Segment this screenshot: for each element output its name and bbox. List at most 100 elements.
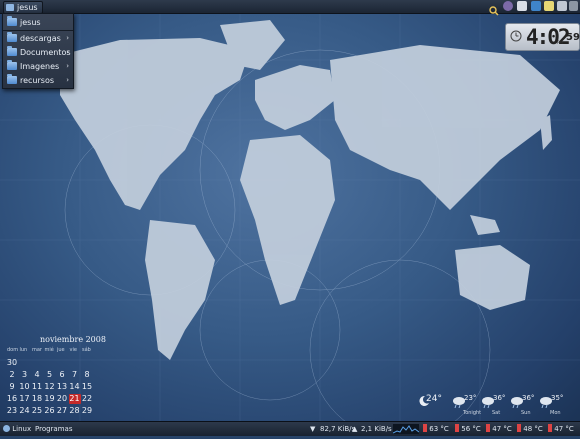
search-icon[interactable]	[489, 1, 499, 16]
home-button-label: jesus	[17, 3, 38, 12]
calendar-weekday: jue	[57, 347, 65, 353]
weather-widget: 24° 23° Tonight 36° Sat 36° Sun 35° Mon	[419, 388, 580, 418]
calendar-day[interactable]: 6	[56, 370, 68, 380]
calendar-weekday: lun	[19, 347, 28, 353]
calendar-day[interactable]: 13	[56, 382, 68, 392]
update-icon[interactable]	[531, 1, 541, 11]
linux-menu-button[interactable]: Linux	[3, 422, 31, 436]
chevron-right-icon: ›	[66, 62, 69, 70]
chevron-right-icon: ›	[66, 48, 69, 56]
forecast-day-label: Sun	[521, 410, 531, 416]
volume-icon[interactable]	[557, 1, 567, 11]
programs-menu-button[interactable]: Programas	[35, 422, 72, 436]
menu-item-label: jesus	[20, 17, 41, 27]
calendar-day[interactable]: 14	[69, 382, 81, 392]
calendar-day[interactable]: 23	[6, 406, 18, 416]
chevron-right-icon: ›	[66, 76, 69, 84]
calendar-day[interactable]: 19	[44, 394, 56, 404]
menu-item-descargas[interactable]: descargas ›	[3, 31, 73, 45]
folder-icon	[7, 74, 17, 84]
calendar-day[interactable]: 10	[19, 382, 31, 392]
linux-menu-label: Linux	[12, 425, 32, 433]
calendar-day[interactable]: 4	[31, 370, 43, 380]
forecast-day: 36° Sat	[482, 388, 513, 418]
menu-item-jesus[interactable]: jesus	[3, 15, 73, 29]
calendar-day[interactable]: 2	[6, 370, 18, 380]
calendar-day[interactable]: 12	[44, 382, 56, 392]
calendar-weekday: mar	[32, 347, 42, 353]
calendar-weekday: dom	[7, 347, 19, 353]
clock-icon	[510, 30, 522, 42]
calendar-day[interactable]: 26	[44, 406, 56, 416]
net-up-icon: ▲	[352, 425, 358, 433]
calendar-day[interactable]: 20	[56, 394, 68, 404]
thermometer-icon	[517, 424, 521, 432]
temp-sensor: 47 °C	[548, 422, 574, 436]
menu-item-label: recursos	[20, 75, 55, 85]
calendar-day[interactable]: 22	[81, 394, 93, 404]
distro-logo-icon	[3, 425, 10, 432]
top-panel: jesus	[0, 0, 580, 16]
places-menu: jesus descargas › Documentos › Imagenes …	[2, 13, 74, 89]
calendar-day[interactable]: 24	[19, 406, 31, 416]
thermometer-icon	[455, 424, 459, 432]
menu-item-recursos[interactable]: recursos ›	[3, 73, 73, 87]
bottom-panel: Linux Programas ▼ 82,7 KiB/s ▲ 2,1 KiB/s…	[0, 421, 580, 436]
temp-sensor: 63 °C	[423, 422, 449, 436]
folder-icon	[7, 32, 17, 42]
temp-sensor: 56 °C	[455, 422, 481, 436]
clock-seconds: 59	[566, 32, 580, 43]
current-temp: 24°	[426, 394, 442, 404]
calendar-title: noviembre 2008	[40, 335, 106, 344]
weather-current: 24°	[419, 388, 448, 418]
calendar-day[interactable]: 28	[69, 406, 81, 416]
menu-item-documentos[interactable]: Documentos ›	[3, 45, 73, 59]
clock-time: 4:02	[526, 25, 571, 49]
menu-item-imagenes[interactable]: Imagenes ›	[3, 59, 73, 73]
calendar-day[interactable]: 15	[81, 382, 93, 392]
temp-sensor: 48 °C	[517, 422, 543, 436]
calendar-day[interactable]: 7	[69, 370, 81, 380]
clock-ampm: PM	[557, 40, 563, 45]
thermometer-icon	[423, 424, 427, 432]
menu-item-label: Documentos	[20, 47, 71, 57]
calendar-day[interactable]: 8	[81, 370, 93, 380]
net-up-rate: 2,1 KiB/s	[361, 425, 392, 433]
forecast-temp: 35°	[551, 394, 564, 402]
temp-sensor: 47 °C	[486, 422, 512, 436]
notes-icon[interactable]	[544, 1, 554, 11]
calendar-day[interactable]: 17	[19, 394, 31, 404]
clock-widget[interactable]: 4:02 PM 59	[505, 23, 580, 51]
forecast-temp: 36°	[493, 394, 506, 402]
forecast-temp: 36°	[522, 394, 535, 402]
network-icon[interactable]	[517, 1, 527, 11]
net-down-rate: 82,7 KiB/s	[320, 425, 356, 433]
calendar-weekday: sáb	[82, 347, 91, 353]
calendar-day[interactable]: 11	[31, 382, 43, 392]
folder-icon	[7, 16, 17, 26]
folder-icon	[7, 60, 17, 70]
thermometer-icon	[548, 424, 552, 432]
settings-icon[interactable]	[503, 1, 513, 11]
forecast-day-label: Mon	[550, 410, 561, 416]
power-icon[interactable]	[569, 1, 578, 11]
calendar-day[interactable]: 29	[81, 406, 93, 416]
forecast-day: 23° Tonight	[453, 388, 484, 418]
net-down-icon: ▼	[310, 425, 316, 433]
forecast-day-label: Sat	[492, 410, 501, 416]
calendar-day[interactable]: 27	[56, 406, 68, 416]
calendar-day[interactable]: 25	[31, 406, 43, 416]
forecast-day-label: Tonight	[463, 410, 482, 416]
calendar-day[interactable]: 9	[6, 382, 18, 392]
forecast-temp: 23°	[464, 394, 477, 402]
calendar-day[interactable]: 16	[6, 394, 18, 404]
cpu-graph	[392, 424, 420, 434]
forecast-day: 36° Sun	[511, 388, 542, 418]
calendar-day[interactable]: 3	[19, 370, 31, 380]
calendar-day[interactable]: 18	[31, 394, 43, 404]
calendar-today[interactable]: 21	[68, 394, 81, 404]
calendar-day[interactable]: 30	[6, 358, 18, 368]
menu-item-label: Imagenes	[20, 61, 60, 71]
calendar-day[interactable]: 5	[44, 370, 56, 380]
folder-icon	[7, 46, 17, 56]
